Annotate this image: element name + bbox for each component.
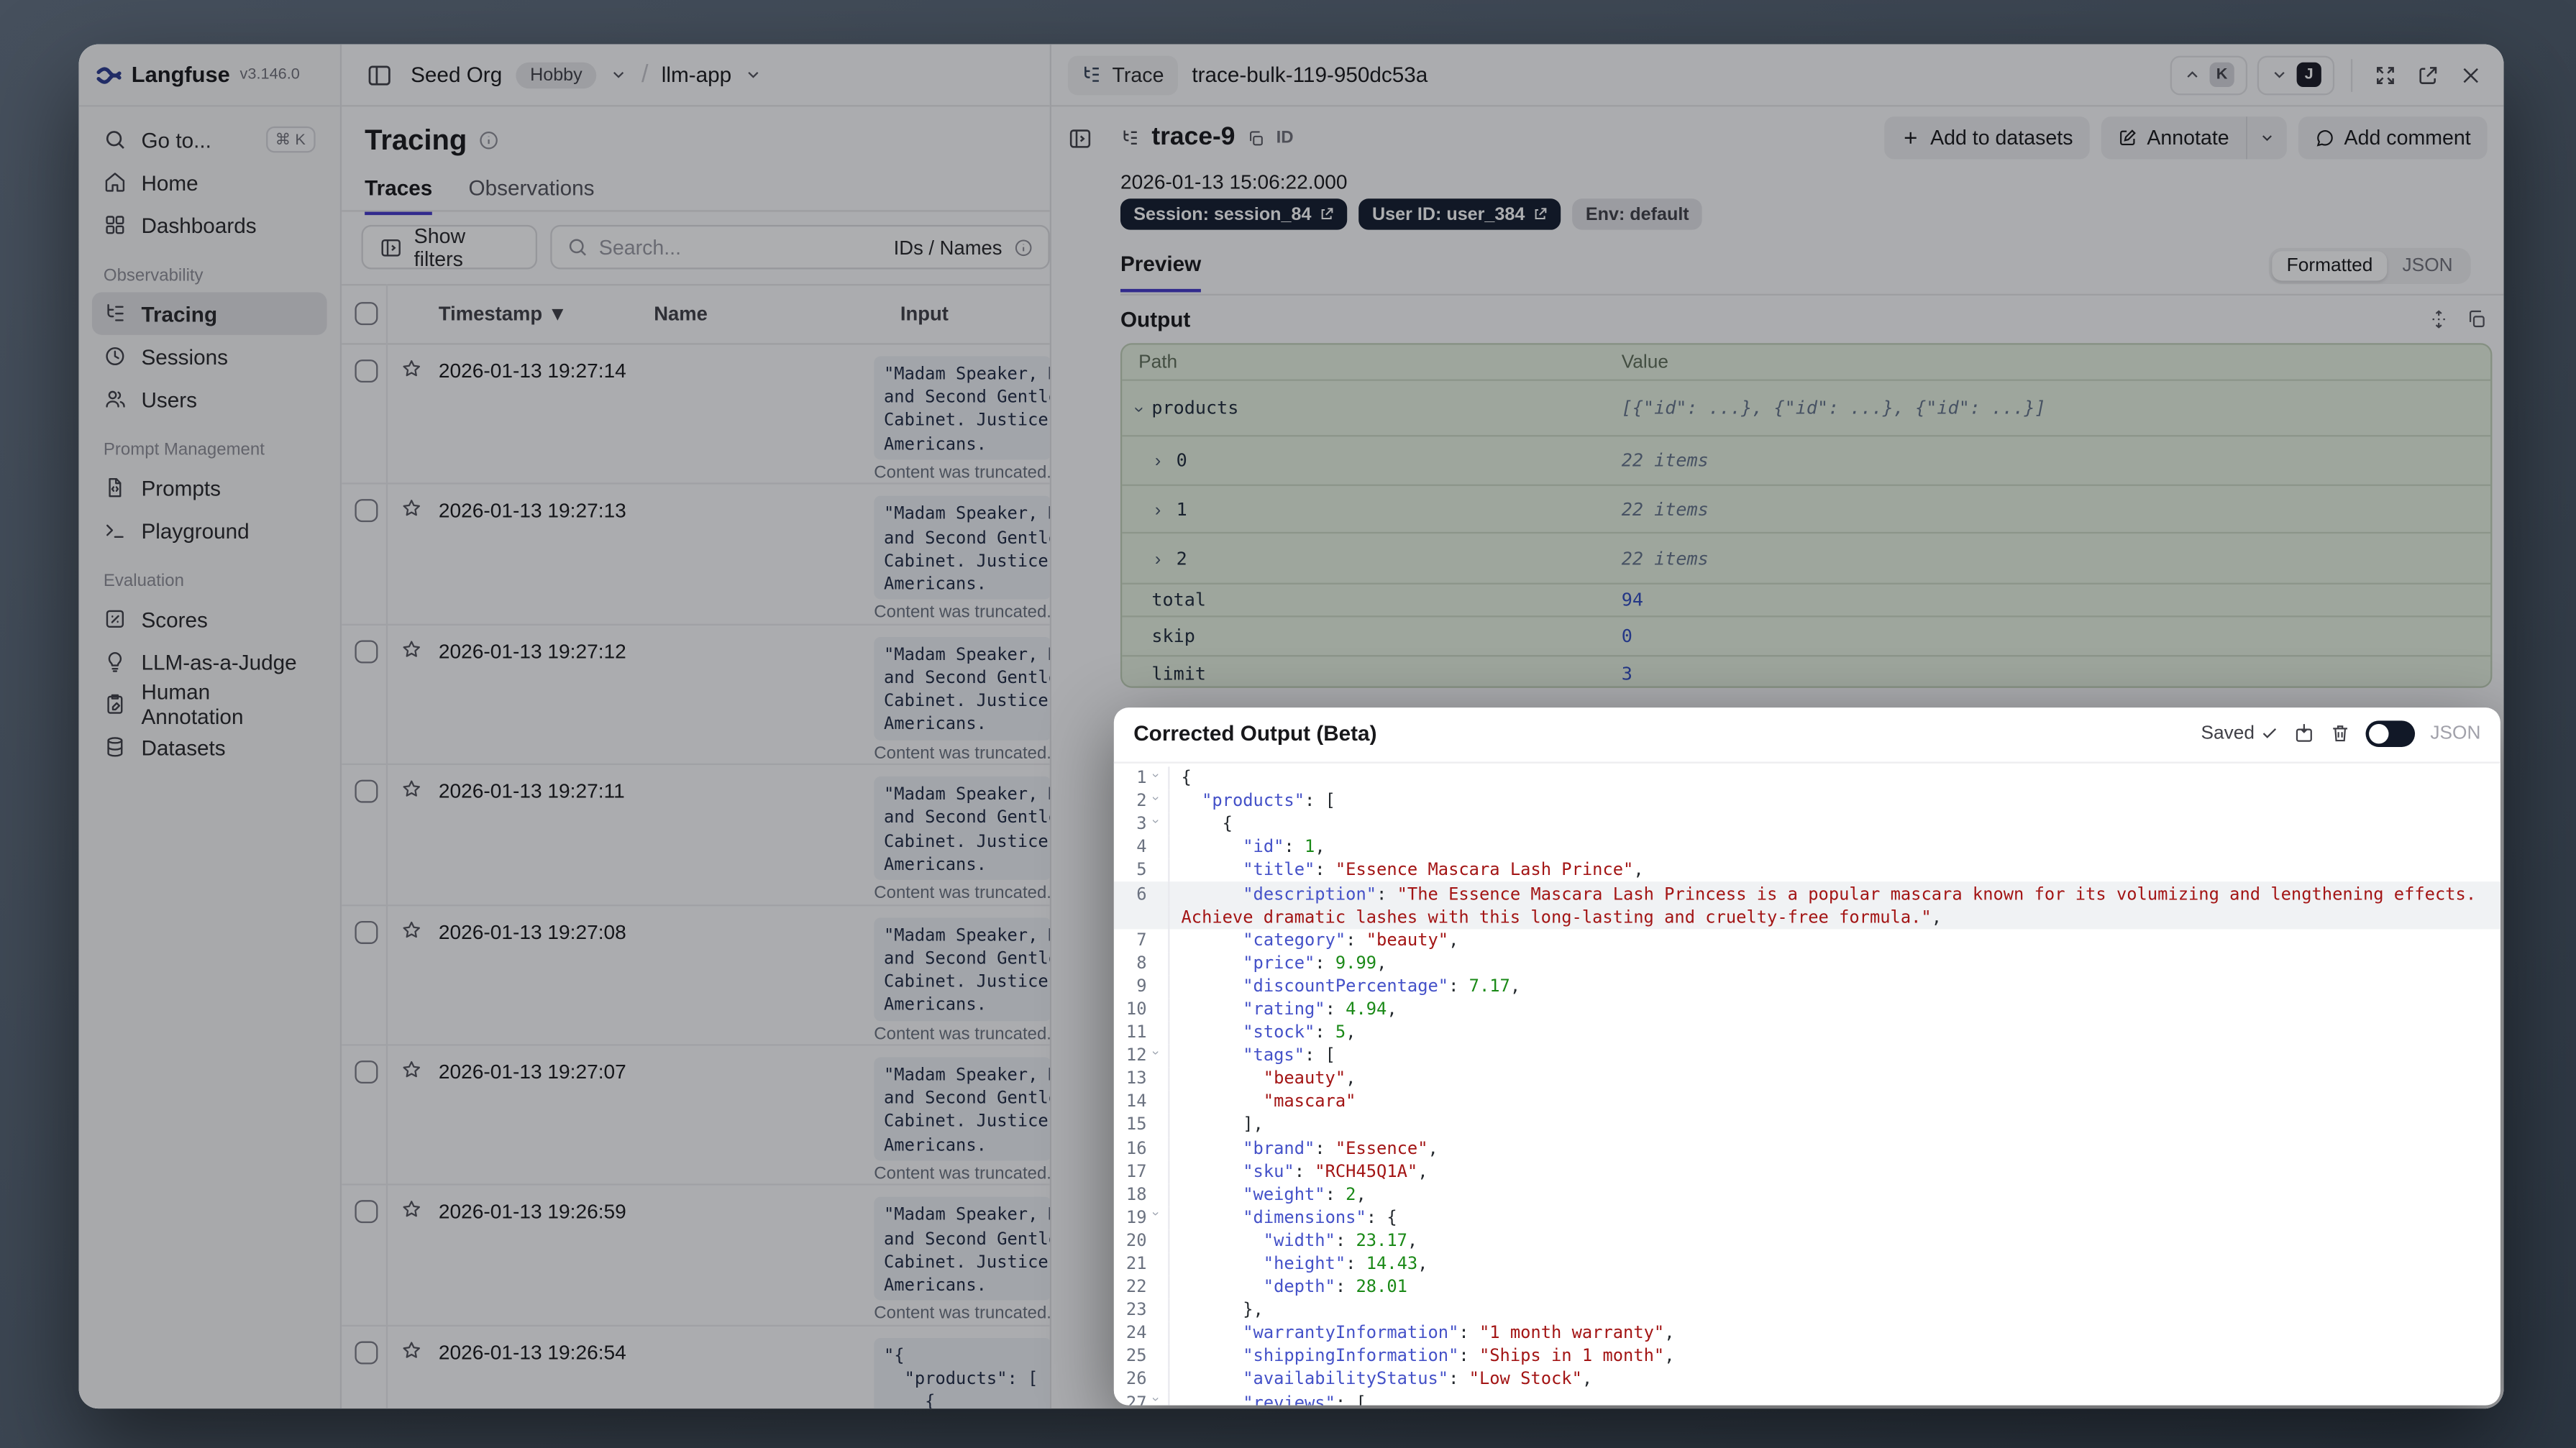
corrected-output-title: Corrected Output (Beta) bbox=[1133, 720, 1377, 746]
code-text: "description": "The Essence Mascara Lash… bbox=[1243, 884, 2477, 904]
line-number: 8 bbox=[1114, 951, 1170, 975]
line-number: 20 bbox=[1114, 1229, 1170, 1253]
code-line: 24 "warrantyInformation": "1 month warra… bbox=[1114, 1321, 2500, 1345]
code-line: 6 "description": "The Essence Mascara La… bbox=[1113, 882, 2500, 906]
code-line: 20 "width": 23.17, bbox=[1114, 1229, 2500, 1253]
line-number: 19 › bbox=[1114, 1206, 1170, 1229]
trash-icon[interactable] bbox=[2330, 723, 2352, 744]
json-toggle-label: JSON bbox=[2430, 723, 2481, 743]
line-number: 5 bbox=[1114, 859, 1170, 883]
desktop: Langfuse v3.146.0 Go to... ⌘ K Home Dashb… bbox=[0, 0, 2576, 1448]
line-number: 3 › bbox=[1114, 812, 1170, 836]
line-number: 22 bbox=[1114, 1275, 1170, 1299]
line-number: 7 bbox=[1114, 928, 1170, 952]
line-number: 11 bbox=[1114, 1021, 1170, 1045]
line-number: 6 bbox=[1114, 882, 1170, 906]
line-number: 1 › bbox=[1114, 766, 1170, 790]
code-text: "depth": 28.01 bbox=[1263, 1277, 1407, 1298]
saved-status: Saved bbox=[2201, 723, 2279, 743]
line-number: 16 bbox=[1114, 1137, 1170, 1160]
code-text: "rating": 4.94, bbox=[1243, 999, 1397, 1019]
line-number: 18 bbox=[1114, 1183, 1170, 1206]
code-text: "reviews": [ bbox=[1243, 1393, 1366, 1406]
line-number: 23 bbox=[1114, 1298, 1170, 1322]
code-line: 16 "brand": "Essence", bbox=[1114, 1137, 2500, 1160]
code-text: "height": 14.43, bbox=[1263, 1254, 1428, 1274]
code-text: "dimensions": { bbox=[1243, 1208, 1397, 1228]
code-line: 15 ], bbox=[1114, 1114, 2500, 1137]
line-number: 25 bbox=[1114, 1344, 1170, 1369]
code-text: Achieve dramatic lashes with this long-l… bbox=[1181, 907, 1942, 927]
line-number: 27 › bbox=[1114, 1391, 1170, 1406]
line-number: 24 bbox=[1114, 1321, 1170, 1345]
code-line: 1 › { bbox=[1114, 766, 2500, 790]
code-text: "products": [ bbox=[1202, 791, 1335, 812]
code-line: 4 "id": 1, bbox=[1114, 835, 2500, 860]
code-text: "discountPercentage": 7.17, bbox=[1243, 976, 1521, 996]
code-text: "sku": "RCH45Q1A", bbox=[1243, 1161, 1428, 1182]
line-number: 26 bbox=[1114, 1368, 1170, 1392]
code-line: 19 › "dimensions": { bbox=[1114, 1206, 2500, 1229]
code-text: { bbox=[1181, 768, 1192, 789]
code-line: 21 "height": 14.43, bbox=[1114, 1252, 2500, 1276]
code-text: "category": "beauty", bbox=[1243, 930, 1459, 950]
line-number: 13 bbox=[1114, 1067, 1170, 1091]
code-text: { bbox=[1181, 815, 1233, 835]
code-line: Achieve dramatic lashes with this long-l… bbox=[1113, 905, 2500, 929]
code-text: "tags": [ bbox=[1243, 1045, 1335, 1066]
save-icon[interactable] bbox=[2294, 723, 2316, 744]
line-number: 10 bbox=[1114, 998, 1170, 1022]
code-text: "width": 23.17, bbox=[1263, 1231, 1418, 1251]
code-line: 8 "price": 9.99, bbox=[1114, 951, 2500, 975]
line-number: 2 › bbox=[1114, 789, 1170, 813]
code-line: 18 "weight": 2, bbox=[1114, 1183, 2500, 1206]
line-number: 4 bbox=[1114, 835, 1170, 860]
code-line: 9 "discountPercentage": 7.17, bbox=[1114, 974, 2500, 999]
code-text: "weight": 2, bbox=[1243, 1185, 1366, 1205]
code-text: }, bbox=[1181, 1300, 1264, 1321]
line-number: 21 bbox=[1114, 1252, 1170, 1276]
code-line: 10 "rating": 4.94, bbox=[1114, 998, 2500, 1022]
code-text: "beauty", bbox=[1263, 1069, 1356, 1089]
json-code-editor[interactable]: 1 ›{2 › "products": [3 › {4 "id": 1, 5 "titl… bbox=[1113, 761, 2500, 1406]
code-text: "id": 1, bbox=[1243, 838, 1325, 858]
code-text: "warrantyInformation": "1 month warranty… bbox=[1243, 1324, 1675, 1344]
line-number: 17 bbox=[1114, 1160, 1170, 1183]
line-number: 14 bbox=[1114, 1090, 1170, 1114]
code-text: "brand": "Essence", bbox=[1243, 1138, 1438, 1159]
code-text: "stock": 5, bbox=[1243, 1022, 1356, 1043]
code-line: 3 › { bbox=[1114, 812, 2500, 836]
json-mode-toggle[interactable] bbox=[2366, 720, 2416, 746]
code-line: 12 › "tags": [ bbox=[1114, 1044, 2500, 1068]
code-text: "price": 9.99, bbox=[1243, 953, 1387, 973]
line-number: 9 bbox=[1114, 974, 1170, 999]
code-line: 11 "stock": 5, bbox=[1114, 1021, 2500, 1045]
check-icon bbox=[2261, 724, 2279, 742]
line-number: 15 bbox=[1114, 1114, 1170, 1137]
corrected-output-card: Corrected Output (Beta) Saved JSON 1 › {2 ›… bbox=[1113, 707, 2500, 1406]
code-text: "shippingInformation": "Ships in 1 month… bbox=[1243, 1347, 1675, 1367]
code-line: 14 "mascara" bbox=[1114, 1090, 2500, 1114]
code-line: 13 "beauty", bbox=[1114, 1067, 2500, 1091]
code-line: 23 }, bbox=[1114, 1298, 2500, 1322]
code-line: 2 › "products": [ bbox=[1114, 789, 2500, 813]
code-text: "title": "Essence Mascara Lash Prince", bbox=[1243, 861, 1644, 881]
code-line: 7 "category": "beauty", bbox=[1114, 928, 2500, 952]
code-line: 5 "title": "Essence Mascara Lash Prince"… bbox=[1114, 859, 2500, 883]
line-number: 12 › bbox=[1114, 1044, 1170, 1068]
code-text: "mascara" bbox=[1263, 1092, 1356, 1112]
code-line: 17 "sku": "RCH45Q1A", bbox=[1114, 1160, 2500, 1183]
code-line: 27 › "reviews": [ bbox=[1114, 1391, 2500, 1406]
line-number bbox=[1114, 905, 1170, 929]
code-line: 25 "shippingInformation": "Ships in 1 mo… bbox=[1114, 1344, 2500, 1369]
code-text: "availabilityStatus": "Low Stock", bbox=[1243, 1370, 1593, 1390]
code-line: 22 "depth": 28.01 bbox=[1114, 1275, 2500, 1299]
code-text: ], bbox=[1181, 1115, 1264, 1135]
app-window: Langfuse v3.146.0 Go to... ⌘ K Home Dashb… bbox=[78, 44, 2504, 1409]
code-line: 26 "availabilityStatus": "Low Stock", bbox=[1114, 1368, 2500, 1392]
